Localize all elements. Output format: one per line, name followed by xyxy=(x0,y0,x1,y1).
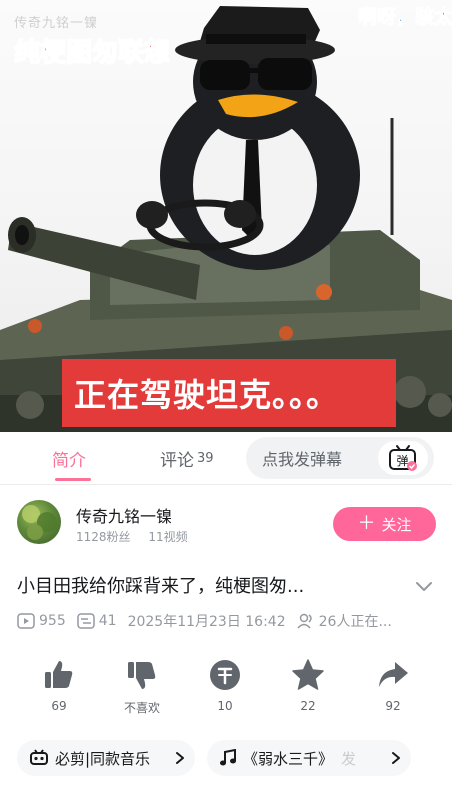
avatar-image xyxy=(22,505,57,540)
like-count: 69 xyxy=(51,699,67,713)
danmaku-toggle-button[interactable]: 弹 xyxy=(378,441,428,475)
song-chip[interactable]: 《弱水三千》 发 xyxy=(207,740,411,776)
uploader-avatar[interactable] xyxy=(17,500,61,544)
dislike-label: 不喜欢 xyxy=(123,701,160,715)
song-chip-label: 《弱水三千》 xyxy=(243,749,334,768)
danmaku-count-value: 41 xyxy=(98,613,117,629)
star-icon xyxy=(292,659,324,690)
play-count: 955 xyxy=(17,613,66,629)
watching-now-value: 26人正在... xyxy=(318,614,392,630)
tab-comments-label: 评论 xyxy=(160,450,194,471)
uploader-fans: 1128粉丝 xyxy=(76,530,131,544)
coin-button[interactable]: 10 xyxy=(190,655,260,713)
danmaku-input-placeholder: 点我发弹幕 xyxy=(262,450,343,469)
video-title[interactable]: 小目田我给你踩背来了，纯梗图匆... xyxy=(17,572,304,598)
publish-datetime: 2025年11月23日 16:42 xyxy=(127,614,286,630)
uploader-stats: 1128粉丝 11视频 xyxy=(76,528,202,545)
danmaku-toggle-glyph: 弹 xyxy=(396,454,408,468)
share-button[interactable]: 92 xyxy=(358,655,428,713)
bijian-icon xyxy=(30,749,48,765)
coin-icon xyxy=(210,660,240,690)
video-player[interactable]: 传奇九铭一镍 纯梗图匆联想 啊呀，骇太 正在驾驶坦克。。。 xyxy=(0,0,452,432)
danmaku-comment: 啊呀，骇太 xyxy=(358,6,452,29)
play-count-value: 955 xyxy=(39,613,66,629)
people-icon xyxy=(297,613,312,629)
music-chip[interactable]: 必剪|同款音乐 xyxy=(17,740,195,776)
favorite-count: 22 xyxy=(300,699,316,713)
tab-intro[interactable]: 简介 xyxy=(52,432,86,484)
video-meta: 955 41 2025年11月23日 16:42 26人正在... xyxy=(17,611,403,631)
tab-comments-count: 39 xyxy=(197,450,214,466)
thumbs-up-icon xyxy=(45,661,73,688)
video-caption: 正在驾驶坦克。。。 xyxy=(62,359,396,427)
dislike-button[interactable]: 不喜欢 xyxy=(107,655,177,716)
share-icon xyxy=(379,662,408,687)
coin-count: 10 xyxy=(217,699,233,713)
watching-now: 26人正在... xyxy=(297,611,392,631)
song-chip-extra: 发 xyxy=(341,749,357,768)
share-count: 92 xyxy=(385,699,401,713)
music-note-icon xyxy=(220,749,236,766)
music-chip-label: 必剪|同款音乐 xyxy=(55,749,151,768)
video-watermark: 传奇九铭一镍 xyxy=(14,16,99,31)
danmaku-count-icon xyxy=(76,613,95,629)
favorite-button[interactable]: 22 xyxy=(273,655,343,713)
follow-button[interactable]: ＋ 关注 xyxy=(333,507,436,541)
tab-active-indicator xyxy=(55,478,91,481)
danmaku-toggle-icon: 弹 xyxy=(389,445,417,471)
uploader-name[interactable]: 传奇九铭一镍 xyxy=(76,503,172,527)
tab-comments[interactable]: 评论 39 xyxy=(160,432,214,484)
chevron-down-icon[interactable] xyxy=(413,575,435,597)
chevron-right-icon xyxy=(176,752,184,764)
danmaku-count: 41 xyxy=(76,613,117,629)
plus-icon: ＋ xyxy=(357,513,376,534)
video-overlay-title: 纯梗图匆联想 xyxy=(13,37,171,69)
chevron-right-icon xyxy=(392,752,400,764)
like-button[interactable]: 69 xyxy=(24,655,94,713)
play-icon xyxy=(17,613,35,629)
thumbs-down-icon xyxy=(128,662,156,689)
follow-label: 关注 xyxy=(381,515,412,534)
uploader-videos: 11视频 xyxy=(148,530,188,544)
